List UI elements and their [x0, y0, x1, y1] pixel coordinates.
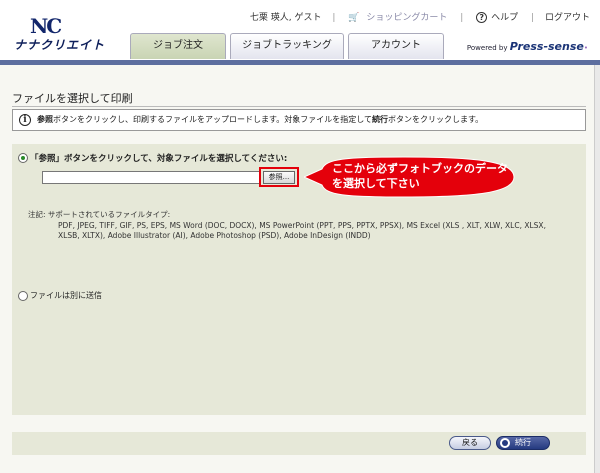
notes-label: 注記: サポートされているファイルタイプ: [28, 210, 171, 219]
page-title: ファイルを選択して印刷 [12, 92, 133, 105]
powered-by: Powered by Press-sense• [466, 40, 588, 53]
divider: | [460, 13, 464, 23]
divider: | [332, 13, 336, 23]
back-button[interactable]: 戻る [449, 436, 491, 450]
info-icon: i [19, 114, 31, 126]
company-logo[interactable]: NC ナナクリエイト [14, 14, 124, 54]
file-path-input[interactable] [42, 171, 260, 184]
action-bar: 戻る 続行 [12, 432, 586, 455]
top-header: NC ナナクリエイト 七栗 瑛人, ゲスト | 🛒 ショッピングカート | ? ヘ… [0, 0, 600, 62]
option-send-separately-label: ファイルは別に送信 [30, 291, 102, 300]
cart-link[interactable]: 🛒 ショッピングカート [346, 13, 449, 23]
browse-button[interactable]: 参照... [263, 171, 295, 184]
help-icon: ? [476, 12, 488, 23]
cart-icon: 🛒 [348, 13, 360, 23]
radio-browse-file[interactable] [18, 153, 28, 163]
brand-dot-icon: • [583, 44, 588, 52]
supported-types-note: 注記: サポートされているファイルタイプ: PDF, JPEG, TIFF, G… [28, 210, 558, 242]
main-content: ファイルを選択して印刷 i 参照ボタンをクリックし、印刷するファイルをアップロー… [0, 65, 600, 473]
next-icon [500, 438, 510, 448]
logo-text: ナナクリエイト [14, 38, 106, 52]
callout-annotation: ここから必ずフォトブックのデータを選択して下さい [304, 155, 520, 199]
upload-panel: 「参照」ボタンをクリックして、対象ファイルを選択してください: 参照... ここ… [12, 144, 586, 415]
file-types-list: PDF, JPEG, TIFF, GIF, PS, EPS, MS Word (… [58, 220, 546, 241]
user-greeting: 七栗 瑛人, ゲスト [249, 13, 322, 23]
scrollbar[interactable] [594, 65, 600, 473]
utility-nav: 七栗 瑛人, ゲスト | 🛒 ショッピングカート | ? ヘルプ | ログアウト [248, 10, 592, 23]
browse-highlight: 参照... [259, 167, 299, 187]
radio-send-separately[interactable] [18, 291, 28, 301]
help-link[interactable]: ? ヘルプ [474, 12, 520, 23]
tab-job-tracking[interactable]: ジョブトラッキング [230, 33, 344, 59]
instruction-box: i 参照ボタンをクリックし、印刷するファイルをアップロードします。対象ファイルを… [12, 109, 586, 131]
title-rule [12, 106, 586, 107]
logo-mark: NC [30, 14, 62, 38]
next-button[interactable]: 続行 [496, 436, 550, 450]
tab-job-order[interactable]: ジョブ注文 [130, 33, 226, 59]
option-browse-label: 「参照」ボタンをクリックして、対象ファイルを選択してください: [30, 154, 288, 164]
tab-account[interactable]: アカウント [348, 33, 444, 59]
callout-text: ここから必ずフォトブックのデータを選択して下さい [332, 162, 508, 190]
logout-link[interactable]: ログアウト [545, 13, 590, 23]
divider: | [531, 13, 535, 23]
